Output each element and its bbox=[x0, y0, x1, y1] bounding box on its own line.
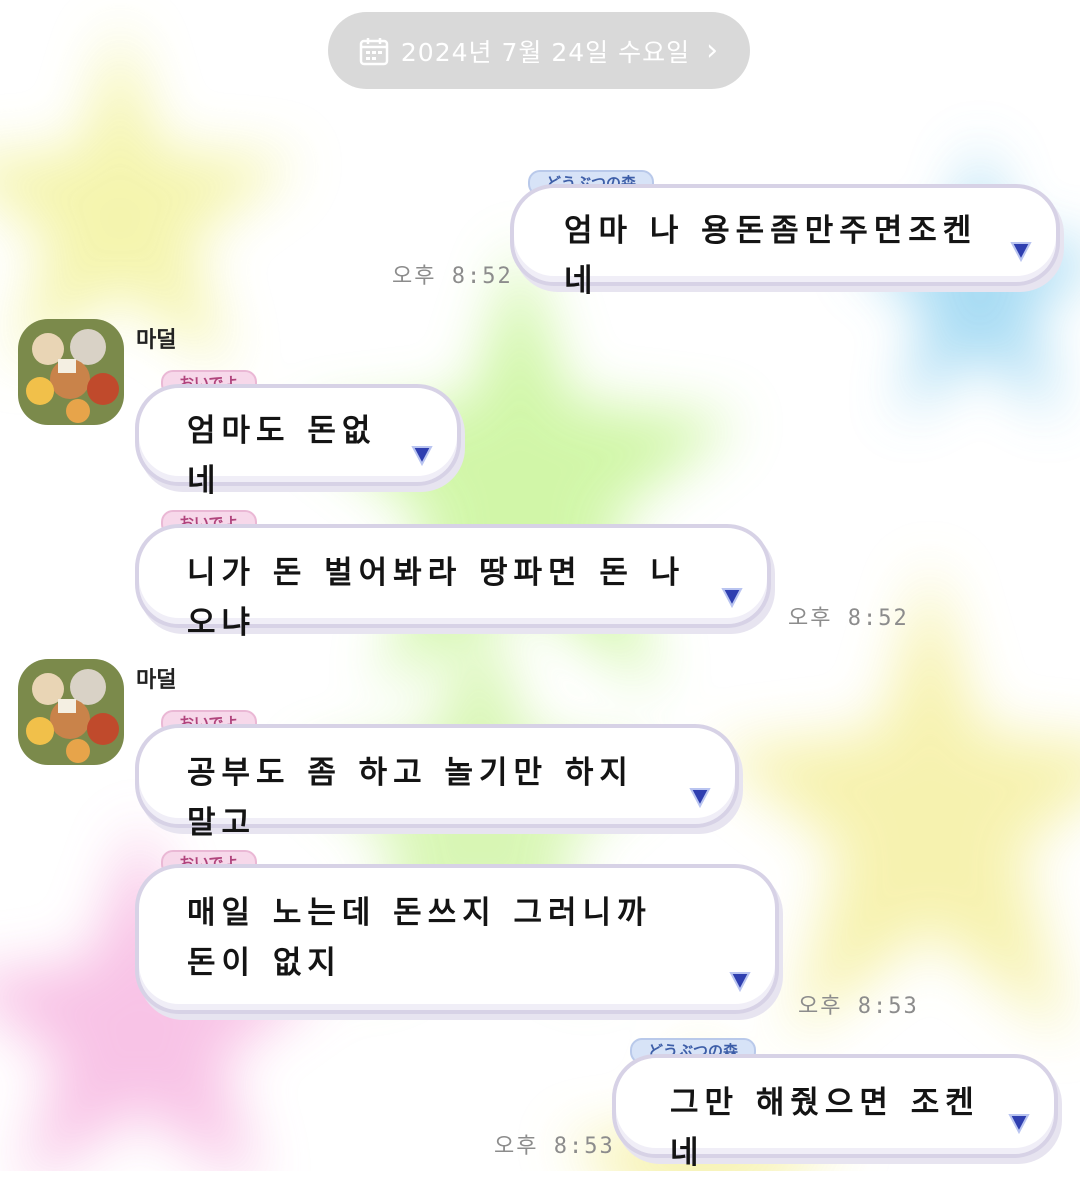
message-right[interactable]: どうぶつの森 엄마 나 용돈좀만주면조켄네 bbox=[510, 170, 1062, 299]
star-yellow-top-left bbox=[0, 20, 300, 370]
message-bubble: 매일 노는데 돈쓰지 그러니까 돈이 없지 bbox=[135, 864, 779, 1014]
sender-name: 마덜 bbox=[136, 667, 177, 693]
date-separator-pill[interactable]: 2024년 7월 24일 수요일 › bbox=[328, 12, 750, 89]
message-left[interactable]: おいでよ 니가 돈 벌어봐라 땅파면 돈 나오냐 bbox=[135, 508, 775, 641]
message-left[interactable]: おいでよ 매일 노는데 돈쓰지 그러니까 돈이 없지 bbox=[135, 848, 785, 1018]
message-bubble: 공부도 좀 하고 놀기만 하지 말고 bbox=[135, 724, 739, 841]
message-text: 매일 노는데 돈쓰지 그러니까 돈이 없지 bbox=[187, 895, 652, 981]
message-time: 오후 8:52 bbox=[788, 606, 909, 631]
message-text: 공부도 좀 하고 놀기만 하지 말고 bbox=[187, 755, 634, 841]
message-bubble: 니가 돈 벌어봐라 땅파면 돈 나오냐 bbox=[135, 524, 771, 641]
message-bubble: 그만 해줬으면 조켄네 bbox=[612, 1054, 1058, 1171]
message-bubble: 엄마 나 용돈좀만주면조켄네 bbox=[510, 184, 1060, 299]
next-indicator-icon bbox=[721, 588, 743, 608]
date-label: 2024년 7월 24일 수요일 bbox=[400, 37, 691, 67]
next-indicator-icon bbox=[1010, 242, 1032, 262]
message-right[interactable]: どうぶつの森 그만 해줬으면 조켄네 bbox=[612, 1038, 1062, 1171]
message-left[interactable]: おいでよ 엄마도 돈없네 bbox=[135, 368, 465, 499]
next-indicator-icon bbox=[729, 972, 751, 992]
chevron-right-icon: › bbox=[706, 32, 720, 68]
message-text: 그만 해줬으면 조켄네 bbox=[670, 1085, 980, 1171]
message-time: 오후 8:52 bbox=[392, 264, 513, 289]
message-text: 엄마 나 용돈좀만주면조켄네 bbox=[564, 213, 978, 299]
next-indicator-icon bbox=[689, 788, 711, 808]
next-indicator-icon bbox=[1008, 1114, 1030, 1134]
message-time: 오후 8:53 bbox=[494, 1134, 615, 1159]
avatar[interactable] bbox=[18, 319, 124, 425]
message-time: 오후 8:53 bbox=[798, 994, 919, 1019]
message-left[interactable]: おいでよ 공부도 좀 하고 놀기만 하지 말고 bbox=[135, 708, 745, 841]
message-text: 엄마도 돈없네 bbox=[187, 413, 377, 499]
next-indicator-icon bbox=[411, 446, 433, 466]
sender-name: 마덜 bbox=[136, 327, 177, 353]
message-text: 니가 돈 벌어봐라 땅파면 돈 나오냐 bbox=[187, 555, 686, 641]
calendar-icon bbox=[359, 37, 389, 65]
avatar[interactable] bbox=[18, 659, 124, 765]
message-bubble: 엄마도 돈없네 bbox=[135, 384, 461, 499]
